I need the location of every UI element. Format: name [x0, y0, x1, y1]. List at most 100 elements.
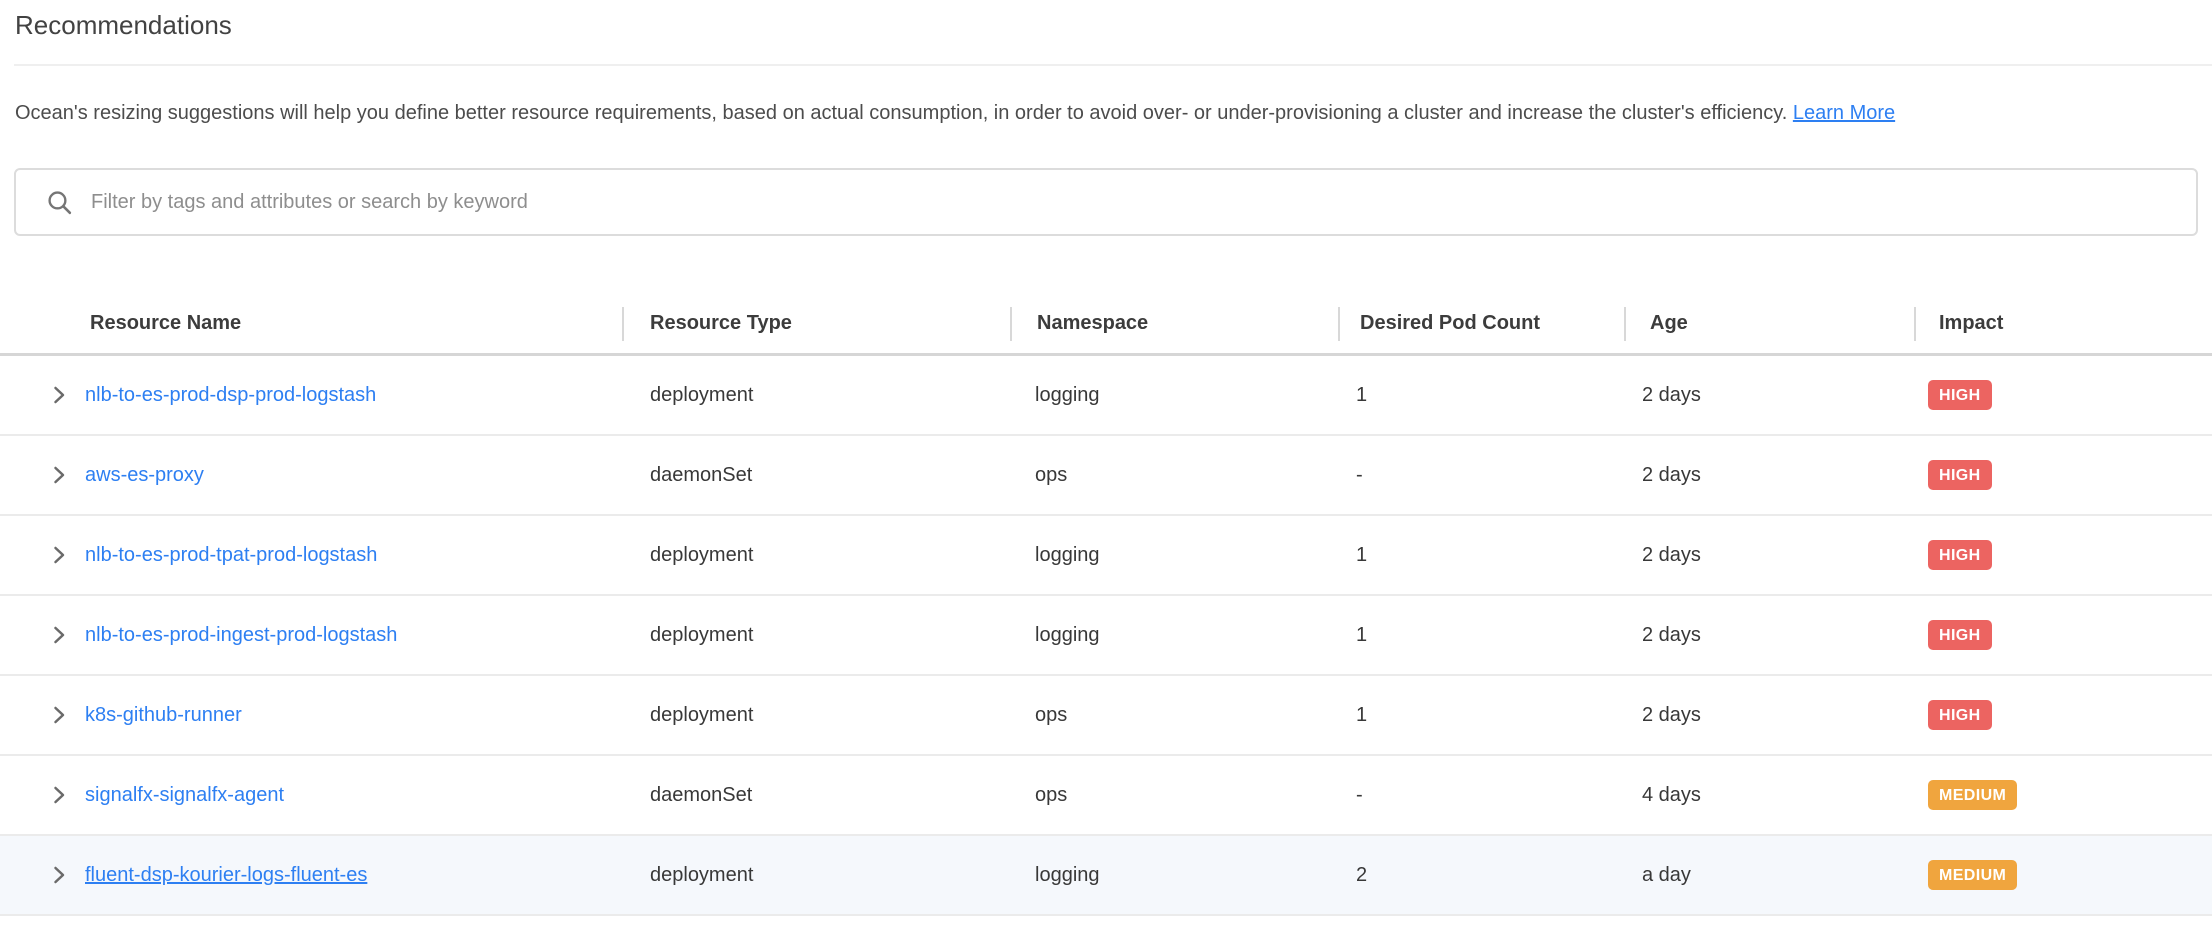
resource-name-link[interactable]: nlb-to-es-prod-dsp-prod-logstash: [85, 384, 376, 406]
resource-name-cell: nlb-to-es-prod-ingest-prod-logstash: [85, 624, 622, 647]
resource-name-cell: k8s-github-runner: [85, 704, 622, 727]
impact-cell: HIGH: [1914, 540, 2212, 570]
expander-cell: [0, 783, 85, 807]
resource-type-cell: deployment: [622, 544, 1010, 567]
age-cell: 2 days: [1624, 544, 1914, 567]
title-divider: [14, 64, 2212, 66]
impact-badge: HIGH: [1928, 380, 1992, 410]
page-title: Recommendations: [15, 10, 2212, 40]
learn-more-link[interactable]: Learn More: [1793, 102, 1895, 124]
impact-badge: HIGH: [1928, 620, 1992, 650]
resource-name-link[interactable]: nlb-to-es-prod-ingest-prod-logstash: [85, 624, 397, 646]
resource-type-cell: daemonSet: [622, 464, 1010, 487]
table-row[interactable]: signalfx-signalfx-agent daemonSet ops - …: [0, 756, 2212, 836]
table-row[interactable]: nlb-to-es-prod-ingest-prod-logstash depl…: [0, 596, 2212, 676]
recommendations-page: Recommendations Ocean's resizing suggest…: [0, 0, 2212, 916]
column-header-impact: Impact: [1914, 307, 2212, 341]
table-row[interactable]: fluent-dsp-kourier-logs-fluent-es deploy…: [0, 836, 2212, 916]
chevron-right-icon: [48, 624, 70, 646]
chevron-right-icon: [48, 864, 70, 886]
column-header-resource-type: Resource Type: [622, 307, 1010, 341]
expander-cell: [0, 383, 85, 407]
age-cell: 2 days: [1624, 464, 1914, 487]
filter-search-box[interactable]: [14, 168, 2198, 236]
resource-type-cell: deployment: [622, 624, 1010, 647]
expander-cell: [0, 463, 85, 487]
age-cell: 2 days: [1624, 704, 1914, 727]
namespace-cell: logging: [1010, 544, 1338, 567]
table-header-row: Resource Name Resource Type Namespace De…: [0, 294, 2212, 356]
desired-pod-count-cell: 1: [1338, 624, 1624, 647]
column-header-age: Age: [1624, 307, 1914, 341]
expander-cell: [0, 623, 85, 647]
resource-name-cell: aws-es-proxy: [85, 464, 622, 487]
resource-name-cell: fluent-dsp-kourier-logs-fluent-es: [85, 864, 622, 887]
resource-name-cell: nlb-to-es-prod-dsp-prod-logstash: [85, 384, 622, 407]
resource-type-cell: daemonSet: [622, 784, 1010, 807]
desired-pod-count-cell: 1: [1338, 704, 1624, 727]
expand-row-button[interactable]: [47, 383, 71, 407]
expand-row-button[interactable]: [47, 463, 71, 487]
namespace-cell: ops: [1010, 704, 1338, 727]
impact-cell: HIGH: [1914, 700, 2212, 730]
resource-name-link[interactable]: k8s-github-runner: [85, 704, 242, 726]
chevron-right-icon: [48, 544, 70, 566]
namespace-cell: ops: [1010, 784, 1338, 807]
namespace-cell: ops: [1010, 464, 1338, 487]
namespace-cell: logging: [1010, 384, 1338, 407]
resource-type-cell: deployment: [622, 704, 1010, 727]
impact-badge: MEDIUM: [1928, 860, 2017, 890]
desired-pod-count-cell: -: [1338, 464, 1624, 487]
table-body: nlb-to-es-prod-dsp-prod-logstash deploym…: [0, 356, 2212, 916]
impact-badge: HIGH: [1928, 460, 1992, 490]
expand-row-button[interactable]: [47, 783, 71, 807]
expander-cell: [0, 863, 85, 887]
namespace-cell: logging: [1010, 864, 1338, 887]
impact-cell: HIGH: [1914, 620, 2212, 650]
resource-type-cell: deployment: [622, 384, 1010, 407]
resource-type-cell: deployment: [622, 864, 1010, 887]
namespace-cell: logging: [1010, 624, 1338, 647]
table-row[interactable]: k8s-github-runner deployment ops 1 2 day…: [0, 676, 2212, 756]
description-text: Ocean's resizing suggestions will help y…: [15, 102, 1787, 124]
column-header-resource-name: Resource Name: [0, 307, 622, 341]
expand-row-button[interactable]: [47, 863, 71, 887]
chevron-right-icon: [48, 384, 70, 406]
table-row[interactable]: nlb-to-es-prod-dsp-prod-logstash deploym…: [0, 356, 2212, 436]
recommendations-table: Resource Name Resource Type Namespace De…: [0, 294, 2212, 916]
age-cell: 4 days: [1624, 784, 1914, 807]
resource-name-link[interactable]: signalfx-signalfx-agent: [85, 784, 284, 806]
impact-cell: HIGH: [1914, 460, 2212, 490]
table-row[interactable]: nlb-to-es-prod-tpat-prod-logstash deploy…: [0, 516, 2212, 596]
resource-name-link[interactable]: fluent-dsp-kourier-logs-fluent-es: [85, 864, 367, 886]
search-icon: [46, 189, 73, 216]
expand-row-button[interactable]: [47, 703, 71, 727]
filter-search-input[interactable]: [91, 191, 2176, 214]
column-header-namespace: Namespace: [1010, 307, 1338, 341]
column-header-desired-pod-count: Desired Pod Count: [1338, 307, 1624, 341]
resource-name-cell: signalfx-signalfx-agent: [85, 784, 622, 807]
impact-badge: MEDIUM: [1928, 780, 2017, 810]
chevron-right-icon: [48, 784, 70, 806]
impact-cell: MEDIUM: [1914, 780, 2212, 810]
resource-name-link[interactable]: nlb-to-es-prod-tpat-prod-logstash: [85, 544, 377, 566]
page-description: Ocean's resizing suggestions will help y…: [15, 94, 2198, 132]
resource-name-cell: nlb-to-es-prod-tpat-prod-logstash: [85, 544, 622, 567]
expander-cell: [0, 543, 85, 567]
desired-pod-count-cell: 2: [1338, 864, 1624, 887]
impact-badge: HIGH: [1928, 540, 1992, 570]
desired-pod-count-cell: -: [1338, 784, 1624, 807]
impact-cell: HIGH: [1914, 380, 2212, 410]
age-cell: 2 days: [1624, 384, 1914, 407]
impact-badge: HIGH: [1928, 700, 1992, 730]
table-row[interactable]: aws-es-proxy daemonSet ops - 2 days HIGH: [0, 436, 2212, 516]
age-cell: a day: [1624, 864, 1914, 887]
chevron-right-icon: [48, 704, 70, 726]
expand-row-button[interactable]: [47, 623, 71, 647]
resource-name-link[interactable]: aws-es-proxy: [85, 464, 204, 486]
expand-row-button[interactable]: [47, 543, 71, 567]
age-cell: 2 days: [1624, 624, 1914, 647]
chevron-right-icon: [48, 464, 70, 486]
desired-pod-count-cell: 1: [1338, 544, 1624, 567]
expander-cell: [0, 703, 85, 727]
